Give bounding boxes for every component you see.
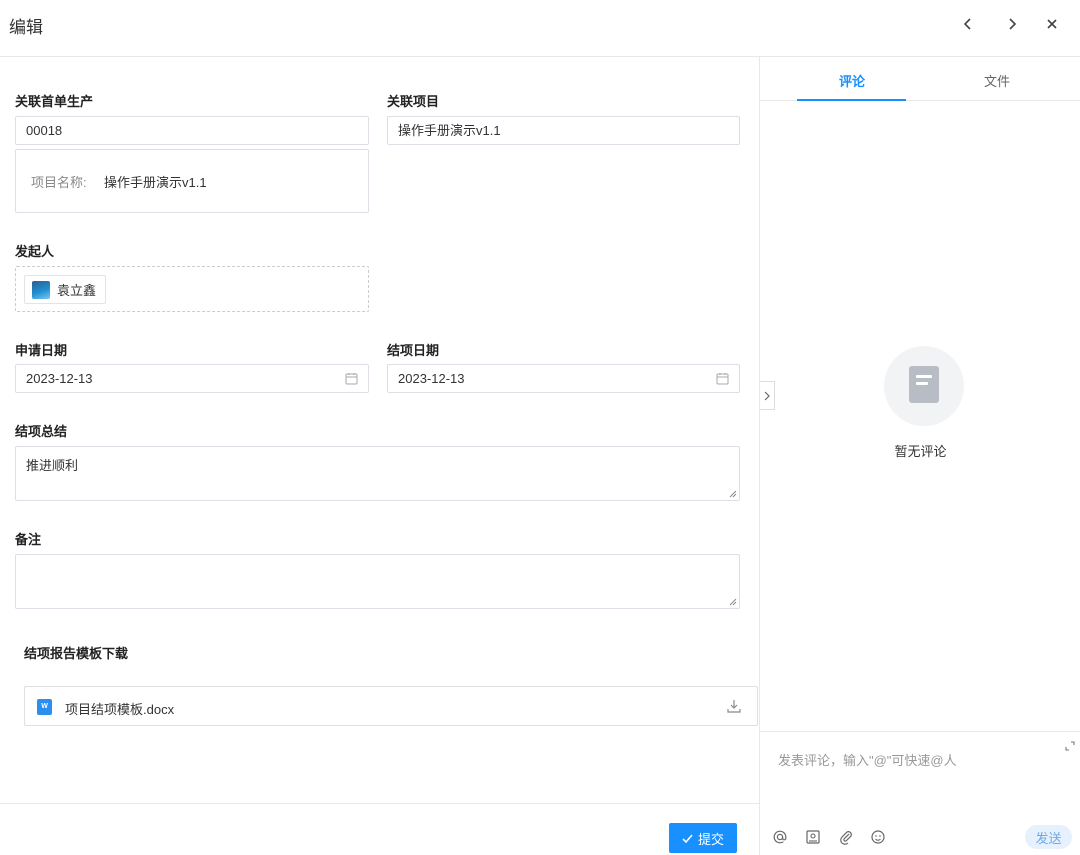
document-icon (909, 366, 939, 403)
template-label: 结项报告模板下载 (24, 646, 129, 661)
active-tab-indicator (797, 99, 906, 101)
download-icon[interactable] (727, 699, 741, 713)
project-input[interactable]: 操作手册演示v1.1 (387, 116, 740, 145)
at-icon[interactable] (772, 829, 788, 845)
resize-handle-icon[interactable] (729, 598, 737, 606)
send-button[interactable]: 发送 (1025, 825, 1072, 849)
drawer-header: 编辑 (0, 0, 1080, 57)
edit-form: 关联首单生产 00018 项目名称: 操作手册演示v1.1 关联项目 操作手册演… (0, 57, 759, 855)
tab-comments[interactable]: 评论 (839, 71, 865, 90)
chevron-left-icon (963, 18, 971, 30)
attachment-icon[interactable] (838, 829, 854, 845)
remark-label: 备注 (15, 532, 42, 547)
submit-label: 提交 (697, 831, 724, 847)
summary-textarea[interactable]: 推进顺利 (15, 446, 740, 501)
empty-state-text: 暂无评论 (894, 444, 947, 459)
side-tabs: 评论 文件 (760, 57, 1080, 101)
project-name-key: 项目名称: (31, 175, 87, 190)
apply-date-value: 2023-12-13 (26, 371, 93, 386)
user-name: 袁立鑫 (57, 283, 97, 298)
calendar-icon (716, 373, 729, 385)
resize-handle-icon[interactable] (729, 490, 737, 498)
comment-panel: 评论 文件 暂无评论 发表评论，输入"@"可快速@人 发送 (759, 57, 1080, 855)
image-icon[interactable] (805, 829, 821, 845)
comment-composer: 发表评论，输入"@"可快速@人 发送 (760, 731, 1080, 855)
emoji-icon[interactable] (870, 829, 886, 845)
production-order-label: 关联首单生产 (15, 94, 94, 109)
submit-button[interactable]: 提交 (669, 823, 737, 853)
prev-button[interactable] (957, 13, 979, 35)
apply-date-input[interactable]: 2023-12-13 (15, 364, 369, 393)
project-label: 关联项目 (387, 94, 440, 109)
initiator-label: 发起人 (15, 244, 55, 259)
comment-input[interactable]: 发表评论，输入"@"可快速@人 (778, 750, 957, 769)
project-name-value: 操作手册演示v1.1 (104, 175, 207, 190)
word-file-icon: W (37, 699, 52, 715)
empty-state-icon (884, 346, 964, 426)
expand-icon[interactable] (1065, 741, 1075, 751)
template-file-row[interactable]: W 项目结项模板.docx (24, 686, 758, 726)
close-date-input[interactable]: 2023-12-13 (387, 364, 740, 393)
chevron-right-icon (1009, 18, 1017, 30)
avatar (32, 280, 50, 299)
remark-textarea[interactable] (15, 554, 740, 609)
template-file-name[interactable]: 项目结项模板.docx (65, 699, 174, 718)
calendar-icon (345, 373, 358, 385)
initiator-field[interactable]: 袁立鑫 (15, 266, 369, 312)
close-icon (1047, 19, 1057, 29)
summary-label: 结项总结 (15, 424, 68, 439)
close-date-label: 结项日期 (387, 343, 440, 358)
production-order-input[interactable]: 00018 (15, 116, 369, 145)
summary-value: 推进顺利 (26, 458, 79, 473)
user-chip[interactable]: 袁立鑫 (24, 275, 107, 304)
apply-date-label: 申请日期 (15, 343, 68, 358)
check-icon (682, 833, 693, 843)
next-button[interactable] (1001, 13, 1023, 35)
close-date-value: 2023-12-13 (398, 371, 465, 386)
tab-files[interactable]: 文件 (984, 71, 1010, 90)
page-title: 编辑 (9, 18, 43, 37)
close-button[interactable] (1041, 13, 1063, 35)
form-footer: 提交 (0, 803, 759, 855)
project-info-card: 项目名称: 操作手册演示v1.1 (15, 149, 369, 213)
